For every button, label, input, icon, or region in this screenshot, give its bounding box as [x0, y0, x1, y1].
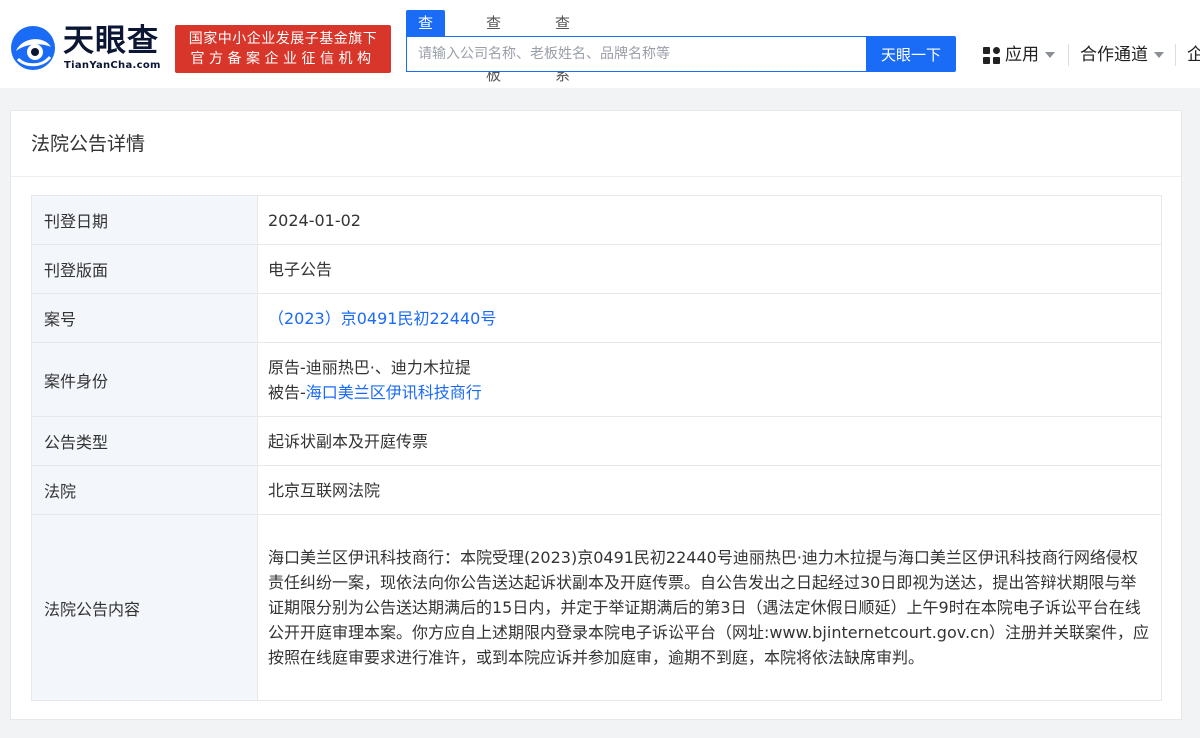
court-value: 北京互联网法院 — [257, 465, 1162, 515]
apps-grid-icon — [983, 46, 1000, 64]
tab-relation[interactable]: 查关系 — [555, 10, 570, 84]
nav-divider — [1068, 44, 1069, 66]
top-header: 天眼查 TianYanCha.com 国家中小企业发展子基金旗下 官方备案企业征… — [0, 0, 1200, 88]
nav-cooperation[interactable]: 合作通道 — [1080, 42, 1164, 68]
logo-eye-icon — [11, 26, 55, 70]
table-row-notice-content: 法院公告内容 海口美兰区伊讯科技商行：本院受理(2023)京0491民初2244… — [31, 514, 1162, 701]
defendant-company-link[interactable]: 海口美兰区伊讯科技商行 — [306, 383, 482, 402]
search-button[interactable]: 天眼一下 — [866, 36, 956, 72]
badge-line-2: 官方备案企业征信机构 — [190, 51, 376, 67]
notice-type-value: 起诉状副本及开庭传票 — [257, 416, 1162, 466]
row-label: 刊登日期 — [31, 195, 258, 245]
logo-domain: TianYanCha.com — [64, 60, 161, 71]
table-row-case-number: 案号 （2023）京0491民初22440号 — [31, 293, 1162, 343]
chevron-down-icon — [1154, 52, 1164, 58]
nav-divider — [1175, 44, 1176, 66]
plaintiff-line: 原告-迪丽热巴·、迪力木拉提 — [268, 355, 1151, 380]
nav-apps-label: 应用 — [1005, 45, 1039, 65]
row-label: 案号 — [31, 293, 258, 343]
row-label: 公告类型 — [31, 416, 258, 466]
table-row-publish-section: 刊登版面 电子公告 — [31, 244, 1162, 294]
table-row-notice-type: 公告类型 起诉状副本及开庭传票 — [31, 416, 1162, 466]
table-row-case-parties: 案件身份 原告-迪丽热巴·、迪力木拉提 被告-海口美兰区伊讯科技商行 — [31, 342, 1162, 417]
nav-apps[interactable]: 应用 — [983, 42, 1055, 68]
badge-line-1: 国家中小企业发展子基金旗下 — [188, 31, 378, 47]
court-notice-card: 法院公告详情 刊登日期 2024-01-02 刊登版面 电子公告 案号 （202… — [10, 110, 1182, 720]
nav-enterprise[interactable]: 企 — [1187, 42, 1200, 68]
tab-boss[interactable]: 查老板 — [486, 10, 501, 84]
case-number-link[interactable]: （2023）京0491民初22440号 — [268, 309, 496, 328]
notice-content-text: 海口美兰区伊讯科技商行：本院受理(2023)京0491民初22440号迪丽热巴·… — [257, 514, 1162, 701]
plaintiff-prefix: 原告- — [268, 357, 306, 377]
title-divider — [11, 176, 1181, 177]
plaintiff-name: 迪丽热巴·、迪力木拉提 — [305, 357, 471, 377]
publish-date-value: 2024-01-02 — [257, 195, 1162, 245]
row-label: 刊登版面 — [31, 244, 258, 294]
table-row-publish-date: 刊登日期 2024-01-02 — [31, 195, 1162, 245]
site-logo[interactable]: 天眼查 TianYanCha.com — [10, 22, 170, 74]
publish-section-value: 电子公告 — [257, 244, 1162, 294]
defendant-line: 被告-海口美兰区伊讯科技商行 — [268, 380, 1151, 405]
official-badge: 国家中小企业发展子基金旗下 官方备案企业征信机构 — [175, 25, 391, 73]
chevron-down-icon — [1045, 52, 1055, 58]
row-label: 法院 — [31, 465, 258, 515]
logo-text: 天眼查 — [63, 23, 159, 59]
nav-cooperation-label: 合作通道 — [1080, 45, 1148, 65]
tab-company[interactable]: 查公司 — [406, 10, 446, 84]
search-box — [406, 36, 866, 72]
page-title: 法院公告详情 — [31, 133, 146, 155]
notice-detail-table: 刊登日期 2024-01-02 刊登版面 电子公告 案号 （2023）京0491… — [31, 195, 1162, 701]
table-row-court: 法院 北京互联网法院 — [31, 465, 1162, 515]
row-label: 案件身份 — [31, 342, 258, 417]
search-input[interactable] — [407, 37, 866, 71]
nav-enterprise-label: 企 — [1187, 45, 1200, 65]
defendant-prefix: 被告- — [268, 382, 306, 402]
row-label: 法院公告内容 — [31, 514, 258, 701]
